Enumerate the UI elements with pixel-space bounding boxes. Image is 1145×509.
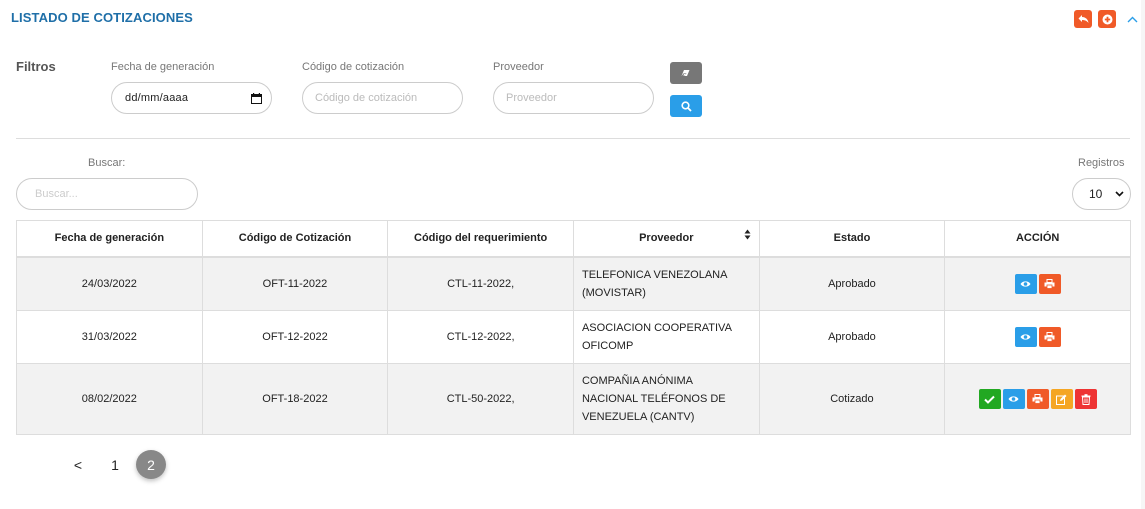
table-row: 08/02/2022 OFT-18-2022 CTL-50-2022, COMP… bbox=[16, 363, 1131, 435]
provider-line: COMPAÑIA ANÓNIMA bbox=[581, 375, 694, 387]
provider-line: VENEZUELA (CANTV) bbox=[581, 411, 695, 423]
check-icon bbox=[984, 395, 995, 404]
eye-icon bbox=[1020, 334, 1031, 340]
eye-icon bbox=[1020, 281, 1031, 287]
cell-actions bbox=[944, 363, 1131, 435]
search-icon bbox=[680, 100, 692, 112]
delete-button[interactable] bbox=[1074, 389, 1097, 409]
clear-filters-button[interactable] bbox=[670, 62, 702, 84]
quotations-table: Fecha de generación Código de Cotización… bbox=[16, 220, 1131, 435]
cell-status: Cotizado bbox=[758, 363, 946, 435]
view-button[interactable] bbox=[1014, 273, 1037, 294]
chevron-down-icon bbox=[1115, 191, 1124, 197]
column-header-status[interactable]: Estado bbox=[758, 220, 946, 258]
quotations-panel: LISTADO DE COTIZACIONES Filtros Fecha de… bbox=[0, 0, 1141, 509]
section-divider bbox=[16, 138, 1130, 139]
filters-heading: Filtros bbox=[16, 59, 56, 74]
reply-icon bbox=[1078, 15, 1088, 23]
column-header-provider-label: Proveedor bbox=[639, 232, 694, 245]
cell-provider: COMPAÑIA ANÓNIMA NACIONAL TELÉFONOS DE V… bbox=[572, 363, 760, 435]
eye-icon bbox=[1008, 396, 1019, 402]
eraser-icon bbox=[681, 70, 690, 76]
cell-requirement-code: CTL-50-2022, bbox=[387, 363, 574, 435]
print-icon bbox=[1032, 394, 1043, 404]
cell-date: 31/03/2022 bbox=[16, 310, 203, 364]
print-icon bbox=[1044, 278, 1055, 289]
search-label: Buscar: bbox=[88, 157, 126, 169]
provider-filter-label: Proveedor bbox=[493, 61, 544, 73]
cell-status: Aprobado bbox=[758, 256, 946, 311]
cell-actions bbox=[944, 310, 1131, 364]
print-button[interactable] bbox=[1038, 273, 1061, 294]
print-icon bbox=[1044, 332, 1055, 342]
cell-quote-code: OFT-18-2022 bbox=[201, 363, 389, 435]
table-header-row: Fecha de generación Código de Cotización… bbox=[16, 220, 1131, 258]
back-button[interactable] bbox=[1074, 10, 1092, 28]
pagination-page-2[interactable]: 2 bbox=[136, 450, 166, 479]
table-row: 24/03/2022 OFT-11-2022 CTL-11-2022, TELE… bbox=[16, 256, 1131, 311]
provider-line: TELEFONICA VENEZOLANA bbox=[581, 268, 728, 281]
page-title: LISTADO DE COTIZACIONES bbox=[11, 10, 193, 25]
chevron-up-icon bbox=[1127, 16, 1137, 22]
column-header-quote-code[interactable]: Código de Cotización bbox=[201, 220, 389, 258]
search-button[interactable] bbox=[670, 95, 702, 117]
cell-provider: ASOCIACION COOPERATIVA OFICOMP bbox=[572, 310, 760, 364]
cell-quote-code: OFT-11-2022 bbox=[201, 256, 389, 311]
table-search-input[interactable] bbox=[16, 178, 198, 210]
records-value: 10 bbox=[1089, 187, 1103, 201]
column-header-provider[interactable]: Proveedor bbox=[572, 220, 760, 258]
date-value: dd/mm/aaaa bbox=[125, 92, 189, 104]
provider-line: OFICOMP bbox=[581, 340, 634, 352]
code-filter-input[interactable] bbox=[302, 82, 463, 114]
pagination-prev[interactable]: < bbox=[63, 451, 93, 479]
records-label: Registros bbox=[1078, 157, 1125, 169]
cell-quote-code: OFT-12-2022 bbox=[201, 310, 389, 364]
pagination-page-1[interactable]: 1 bbox=[100, 451, 130, 479]
cell-requirement-code: CTL-12-2022, bbox=[387, 310, 574, 364]
cell-status: Aprobado bbox=[758, 310, 946, 364]
edit-icon bbox=[1056, 394, 1067, 405]
column-header-requirement-code[interactable]: Código del requerimiento bbox=[387, 220, 574, 258]
cell-actions bbox=[944, 256, 1131, 311]
approve-button[interactable] bbox=[978, 389, 1001, 409]
provider-line: ASOCIACION COOPERATIVA bbox=[581, 322, 732, 334]
cell-date: 24/03/2022 bbox=[16, 256, 203, 311]
provider-line: NACIONAL TELÉFONOS DE bbox=[581, 393, 726, 405]
column-header-action: ACCIÓN bbox=[944, 220, 1131, 258]
trash-icon bbox=[1081, 393, 1091, 405]
print-button[interactable] bbox=[1026, 389, 1049, 409]
add-button[interactable] bbox=[1098, 10, 1116, 28]
print-button[interactable] bbox=[1038, 327, 1061, 347]
collapse-button[interactable] bbox=[1125, 12, 1139, 26]
column-header-date[interactable]: Fecha de generación bbox=[16, 220, 203, 258]
cell-requirement-code: CTL-11-2022, bbox=[387, 256, 574, 311]
provider-filter-input[interactable] bbox=[493, 82, 654, 114]
edit-button[interactable] bbox=[1050, 389, 1073, 409]
table-row: 31/03/2022 OFT-12-2022 CTL-12-2022, ASOC… bbox=[16, 310, 1131, 364]
cell-date: 08/02/2022 bbox=[16, 363, 203, 435]
code-filter-label: Código de cotización bbox=[302, 61, 405, 73]
plus-circle-icon bbox=[1102, 14, 1112, 24]
view-button[interactable] bbox=[1014, 327, 1037, 347]
provider-line: (MOVISTAR) bbox=[581, 286, 646, 299]
date-filter-label: Fecha de generación bbox=[111, 61, 215, 73]
records-select[interactable]: 10 bbox=[1072, 178, 1131, 210]
view-button[interactable] bbox=[1002, 389, 1025, 409]
cell-provider: TELEFONICA VENEZOLANA (MOVISTAR) bbox=[572, 256, 760, 311]
calendar-icon[interactable] bbox=[251, 92, 262, 104]
date-filter-input[interactable]: dd/mm/aaaa bbox=[111, 82, 272, 114]
sort-icon[interactable] bbox=[744, 229, 751, 240]
